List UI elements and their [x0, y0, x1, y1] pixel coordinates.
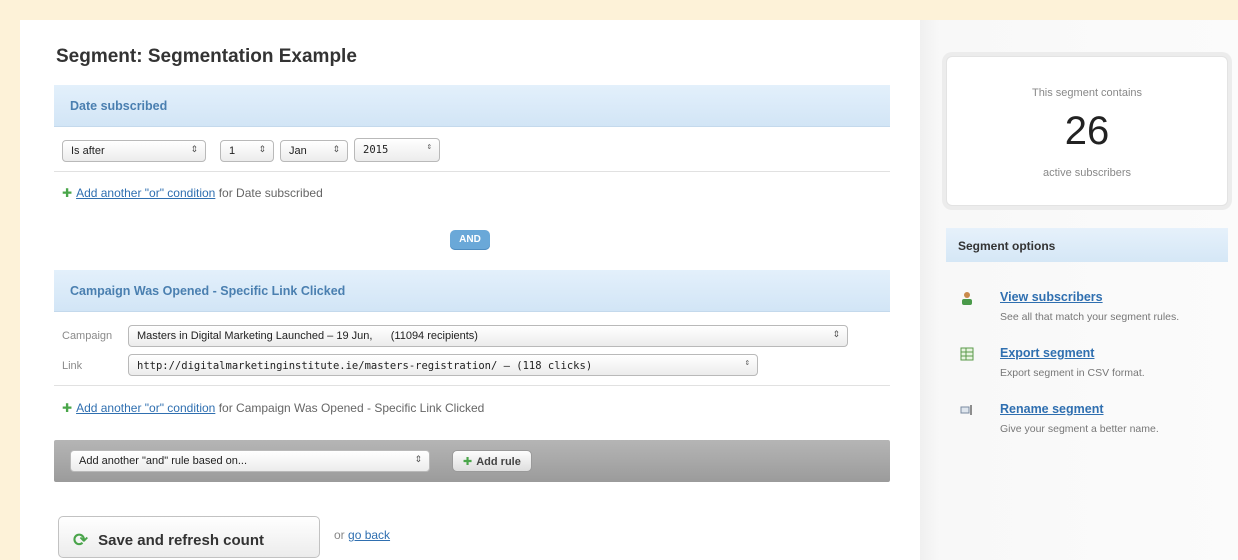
- add-or-suffix: for Campaign Was Opened - Specific Link …: [218, 401, 485, 415]
- save-button-label: Save and refresh count: [98, 532, 264, 549]
- add-or-condition-row: ✚ Add another "or" condition for Date sub…: [62, 186, 323, 200]
- rename-icon: [960, 403, 974, 417]
- add-plus-icon: ✚: [463, 456, 473, 468]
- and-badge: AND: [450, 230, 490, 250]
- link-value: http://digitalmarketinginstitute.ie/mast…: [137, 360, 593, 372]
- spreadsheet-icon: [960, 347, 974, 361]
- sidebar: This segment contains 26 active subscrib…: [920, 20, 1238, 560]
- rule-header-date-subscribed: Date subscribed: [54, 85, 890, 127]
- add-or-suffix: for Date subscribed: [218, 186, 323, 200]
- and-rule-value: Add another "and" rule based on...: [79, 455, 248, 467]
- select-arrows-icon: ⇕: [832, 329, 840, 339]
- date-year-value: 2015: [363, 144, 389, 156]
- select-arrows-icon: ⇕: [426, 142, 432, 152]
- add-or-condition-row: ✚ Add another "or" condition for Campaign…: [62, 401, 484, 415]
- select-arrows-icon: ⇕: [744, 358, 750, 368]
- date-month-value: Jan: [289, 145, 307, 157]
- campaign-label: Campaign: [62, 330, 113, 342]
- select-arrows-icon: ⇕: [414, 454, 422, 464]
- add-rule-button[interactable]: ✚ Add rule: [452, 450, 532, 472]
- main-content: Segment: Segmentation Example Date subsc…: [54, 20, 926, 560]
- add-plus-icon: ✚: [62, 401, 73, 415]
- export-segment-link[interactable]: Export segment: [1000, 346, 1094, 360]
- save-and-refresh-button[interactable]: ⟳ Save and refresh count: [58, 516, 320, 558]
- date-year-select[interactable]: 2015 ⇕: [354, 138, 440, 162]
- date-month-select[interactable]: Jan ⇕: [280, 140, 348, 162]
- count-sublabel: active subscribers: [1042, 167, 1132, 179]
- page-title: Segment: Segmentation Example: [56, 46, 357, 67]
- rename-segment-link[interactable]: Rename segment: [1000, 402, 1104, 416]
- date-day-select[interactable]: 1 ⇕: [220, 140, 274, 162]
- divider: [54, 385, 890, 386]
- page: Segment: Segmentation Example Date subsc…: [20, 20, 1238, 560]
- and-rule-select[interactable]: Add another "and" rule based on... ⇕: [70, 450, 430, 472]
- add-or-condition-link[interactable]: Add another "or" condition: [76, 401, 215, 415]
- date-operator-value: Is after: [71, 145, 105, 157]
- date-day-value: 1: [229, 145, 236, 157]
- campaign-select[interactable]: Masters in Digital Marketing Launched – …: [128, 325, 848, 347]
- link-select[interactable]: http://digitalmarketinginstitute.ie/mast…: [128, 354, 758, 376]
- rename-segment-desc: Give your segment a better name.: [1000, 423, 1159, 435]
- link-label: Link: [62, 360, 83, 372]
- users-icon: [960, 291, 974, 305]
- refresh-icon: ⟳: [73, 530, 89, 550]
- select-arrows-icon: ⇕: [258, 144, 266, 154]
- select-arrows-icon: ⇕: [332, 144, 340, 154]
- add-rule-label: Add rule: [476, 456, 521, 468]
- export-segment-desc: Export segment in CSV format.: [1000, 367, 1145, 379]
- subscriber-count: 26: [1064, 109, 1110, 153]
- go-back-link[interactable]: go back: [348, 528, 390, 542]
- divider: [54, 171, 890, 172]
- campaign-value: Masters in Digital Marketing Launched – …: [137, 330, 478, 342]
- select-arrows-icon: ⇕: [190, 144, 198, 154]
- date-operator-select[interactable]: Is after ⇕: [62, 140, 206, 162]
- add-and-rule-bar: Add another "and" rule based on... ⇕ ✚ Ad…: [54, 440, 890, 482]
- segment-count-box: This segment contains 26 active subscrib…: [946, 56, 1228, 206]
- segment-options-header: Segment options: [946, 228, 1228, 262]
- view-subscribers-link[interactable]: View subscribers: [1000, 290, 1103, 304]
- add-plus-icon: ✚: [62, 186, 73, 200]
- go-back-row: or go back: [334, 528, 390, 542]
- rule-header-campaign-link: Campaign Was Opened - Specific Link Clic…: [54, 270, 890, 312]
- or-text: or: [334, 528, 345, 542]
- add-or-condition-link[interactable]: Add another "or" condition: [76, 186, 215, 200]
- view-subscribers-desc: See all that match your segment rules.: [1000, 311, 1180, 323]
- count-label: This segment contains: [1031, 87, 1143, 99]
